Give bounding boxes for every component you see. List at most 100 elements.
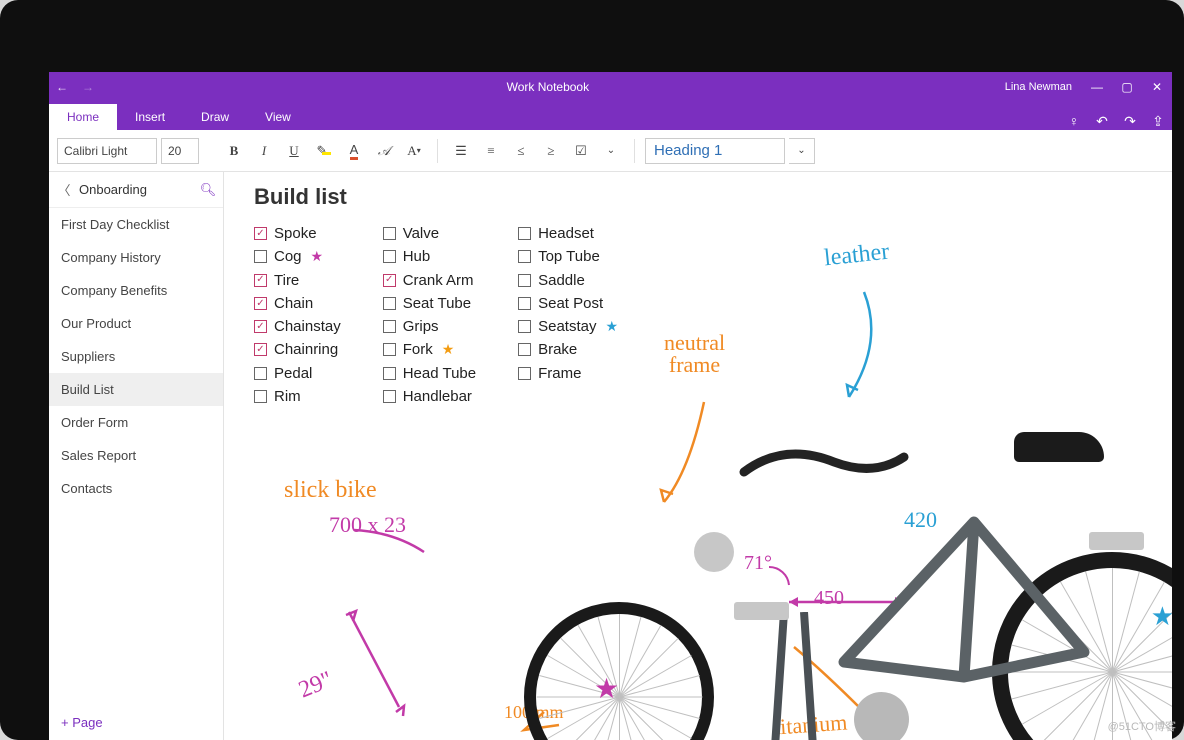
user-name[interactable]: Lina Newman xyxy=(995,81,1082,93)
sidebar-item[interactable]: Build List xyxy=(49,373,223,406)
nav-forward-icon[interactable]: → xyxy=(75,80,101,94)
separator xyxy=(634,139,635,163)
checkbox-icon[interactable]: ✓ xyxy=(254,227,267,240)
checklist-item[interactable]: Seat Tube xyxy=(383,292,476,315)
checkbox-icon[interactable] xyxy=(518,274,531,287)
sidebar-item[interactable]: Order Form xyxy=(49,406,223,439)
redo-icon[interactable]: ↷ xyxy=(1116,113,1144,130)
sidebar-item[interactable]: Our Product xyxy=(49,307,223,340)
checkbox-icon[interactable] xyxy=(518,320,531,333)
window-maximize-icon[interactable]: ▢ xyxy=(1112,80,1142,94)
checkbox-icon[interactable]: ✓ xyxy=(254,274,267,287)
font-color-icon[interactable]: A xyxy=(341,138,367,164)
indent-icon[interactable]: ≥ xyxy=(538,138,564,164)
todo-tag-icon[interactable]: ☑ xyxy=(568,138,594,164)
checklist-item[interactable]: ✓Chainring xyxy=(254,338,341,361)
checklist-item[interactable]: ✓Chainstay xyxy=(254,315,341,338)
sidebar-item[interactable]: Company History xyxy=(49,241,223,274)
checklist-item[interactable]: Valve xyxy=(383,222,476,245)
checklist-item[interactable]: ✓Chain xyxy=(254,292,341,315)
checkbox-icon[interactable] xyxy=(518,343,531,356)
checklist-item[interactable]: Pedal xyxy=(254,362,341,385)
checkbox-icon[interactable] xyxy=(518,297,531,310)
brake-left xyxy=(734,602,789,620)
checkbox-icon[interactable] xyxy=(518,367,531,380)
sidebar-item[interactable]: Contacts xyxy=(49,472,223,505)
checklist-item[interactable]: Brake xyxy=(518,338,618,361)
checkbox-icon[interactable] xyxy=(383,297,396,310)
checklist-label: Tire xyxy=(274,269,299,292)
checkbox-icon[interactable] xyxy=(518,227,531,240)
window-close-icon[interactable]: ✕ xyxy=(1142,80,1172,94)
checkbox-icon[interactable] xyxy=(254,250,267,263)
chevron-down-icon[interactable]: ⌄ xyxy=(598,138,624,164)
checklist-item[interactable]: Headset xyxy=(518,222,618,245)
style-chevron-icon[interactable]: ⌄ xyxy=(789,138,815,164)
search-icon[interactable]: 🔍︎ xyxy=(193,182,223,198)
ink-29in: 29" xyxy=(295,667,336,705)
format-painter-icon[interactable]: A▾ xyxy=(401,138,427,164)
bold-icon[interactable]: B xyxy=(221,138,247,164)
checklist-item[interactable]: Saddle xyxy=(518,269,618,292)
bullet-list-icon[interactable]: ☰ xyxy=(448,138,474,164)
highlight-icon[interactable]: ✎ xyxy=(311,138,337,164)
sidebar-item[interactable]: Suppliers xyxy=(49,340,223,373)
outdent-icon[interactable]: ≤ xyxy=(508,138,534,164)
checklist-item[interactable]: ✓ Tire xyxy=(254,269,341,292)
sidebar-title[interactable]: Onboarding xyxy=(79,182,193,197)
checklist-item[interactable]: Seatstay★ xyxy=(518,315,618,338)
window-minimize-icon[interactable]: — xyxy=(1082,80,1112,94)
font-name-select[interactable]: Calibri Light xyxy=(57,138,157,164)
fork xyxy=(754,612,834,740)
checkbox-icon[interactable]: ✓ xyxy=(254,320,267,333)
sidebar-item[interactable]: Company Benefits xyxy=(49,274,223,307)
undo-icon[interactable]: ↶ xyxy=(1088,113,1116,130)
checklist-item[interactable]: Handlebar xyxy=(383,385,476,408)
checkbox-icon[interactable] xyxy=(383,227,396,240)
checkbox-icon[interactable] xyxy=(518,250,531,263)
style-select[interactable]: Heading 1 xyxy=(645,138,785,164)
add-page-button[interactable]: + Page xyxy=(49,705,223,740)
ribbon-tabs: Home Insert Draw View ♀ ↶ ↷ ⇪ xyxy=(49,102,1172,130)
page-canvas[interactable]: Build list ✓SpokeCog★✓Tire✓Chain✓Chainst… xyxy=(224,172,1172,740)
font-size-select[interactable]: 20 xyxy=(161,138,199,164)
checkbox-icon[interactable] xyxy=(383,367,396,380)
checkbox-icon[interactable]: ✓ xyxy=(383,274,396,287)
checklist-item[interactable]: Fork★ xyxy=(383,338,476,361)
checklist-item[interactable]: Grips xyxy=(383,315,476,338)
titlebar: ← → Work Notebook Lina Newman — ▢ ✕ xyxy=(49,72,1172,102)
sidebar-item[interactable]: First Day Checklist xyxy=(49,208,223,241)
number-list-icon[interactable]: ≡ xyxy=(478,138,504,164)
checkbox-icon[interactable] xyxy=(254,390,267,403)
share-icon[interactable]: ⇪ xyxy=(1144,113,1172,130)
checklist-item[interactable]: Top Tube xyxy=(518,245,618,268)
lightbulb-icon[interactable]: ♀ xyxy=(1060,113,1088,130)
checklist-item[interactable]: Frame xyxy=(518,362,618,385)
checklist-item[interactable]: Rim xyxy=(254,385,341,408)
checkbox-icon[interactable] xyxy=(383,390,396,403)
checklist-item[interactable]: Seat Post xyxy=(518,292,618,315)
checklist-label: Valve xyxy=(403,222,439,245)
tab-draw[interactable]: Draw xyxy=(183,104,247,130)
clear-format-icon[interactable]: 𝒜 xyxy=(371,138,397,164)
tab-view[interactable]: View xyxy=(247,104,309,130)
checkbox-icon[interactable]: ✓ xyxy=(254,297,267,310)
underline-icon[interactable]: U xyxy=(281,138,307,164)
italic-icon[interactable]: I xyxy=(251,138,277,164)
tab-home[interactable]: Home xyxy=(49,104,117,130)
checklist-item[interactable]: Head Tube xyxy=(383,362,476,385)
checkbox-icon[interactable] xyxy=(383,343,396,356)
checkbox-icon[interactable]: ✓ xyxy=(254,343,267,356)
handlebar xyxy=(724,432,924,512)
checklist-item[interactable]: Hub xyxy=(383,245,476,268)
checklist-item[interactable]: ✓Crank Arm xyxy=(383,269,476,292)
tab-insert[interactable]: Insert xyxy=(117,104,183,130)
checkbox-icon[interactable] xyxy=(254,367,267,380)
sidebar-item[interactable]: Sales Report xyxy=(49,439,223,472)
checkbox-icon[interactable] xyxy=(383,320,396,333)
checklist-item[interactable]: Cog★ xyxy=(254,245,341,268)
checkbox-icon[interactable] xyxy=(383,250,396,263)
nav-back-icon[interactable]: ← xyxy=(49,80,75,94)
checklist-item[interactable]: ✓Spoke xyxy=(254,222,341,245)
sidebar-back-icon[interactable]: 〈 xyxy=(49,180,79,199)
